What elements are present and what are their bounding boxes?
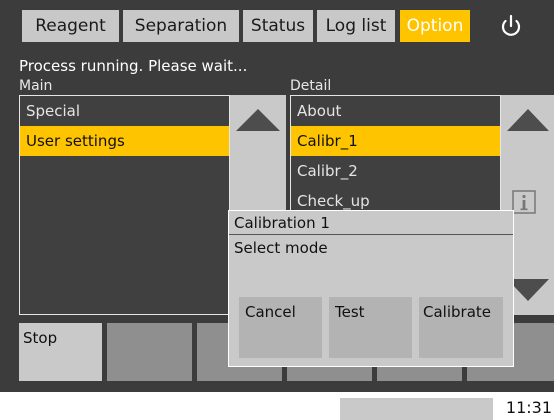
status-indicator — [340, 398, 493, 420]
clock: 11:31 — [505, 398, 552, 417]
tab-separation[interactable]: Separation — [123, 10, 239, 42]
function-button-2[interactable] — [107, 323, 192, 381]
detail-item-calibr-2[interactable]: Calibr_2 — [291, 156, 500, 186]
detail-scroll-up-icon[interactable] — [507, 107, 549, 137]
main-item-user-settings[interactable]: User settings — [20, 126, 229, 156]
device-screen: Reagent Separation Status Log list Optio… — [0, 0, 554, 420]
status-message: Process running. Please wait... — [19, 57, 248, 75]
main-list: Special User settings — [19, 95, 230, 315]
main-item-special[interactable]: Special — [20, 96, 229, 126]
tab-log-list[interactable]: Log list — [317, 10, 395, 42]
dialog-title: Calibration 1 — [229, 211, 513, 235]
main-scroll-up-icon[interactable] — [236, 107, 280, 137]
cancel-button[interactable]: Cancel — [239, 297, 322, 358]
tab-option[interactable]: Option — [400, 10, 470, 42]
tab-reagent[interactable]: Reagent — [22, 10, 119, 42]
info-icon[interactable] — [512, 190, 536, 214]
power-icon[interactable] — [496, 10, 526, 42]
tab-status[interactable]: Status — [243, 10, 313, 42]
detail-item-about[interactable]: About — [291, 96, 500, 126]
main-section-label: Main — [19, 78, 53, 94]
calibration-dialog: Calibration 1 Select mode Cancel Test Ca… — [228, 210, 514, 367]
detail-section-label: Detail — [290, 78, 332, 94]
detail-item-calibr-1[interactable]: Calibr_1 — [291, 126, 500, 156]
dialog-message: Select mode — [234, 239, 328, 257]
stop-button[interactable]: Stop — [19, 323, 102, 381]
calibrate-button[interactable]: Calibrate — [419, 297, 503, 358]
test-button[interactable]: Test — [329, 297, 412, 358]
